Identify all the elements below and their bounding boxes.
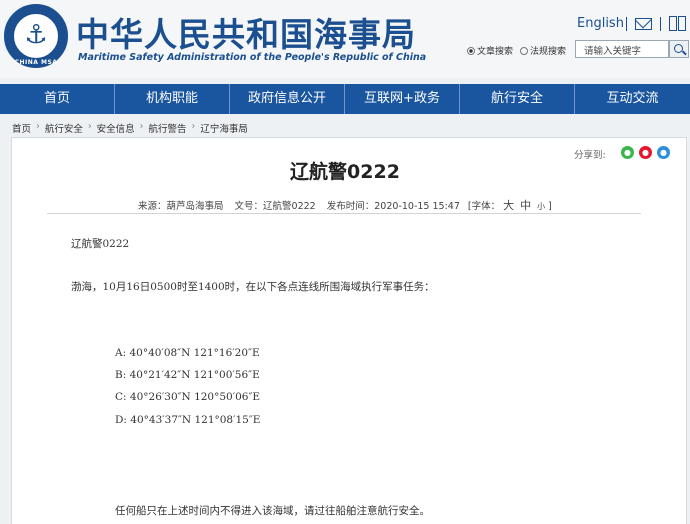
radio-label: 法规搜索 — [530, 47, 567, 57]
mail-icon[interactable] — [635, 18, 652, 30]
nav-functions[interactable]: 机构职能 — [115, 84, 230, 114]
breadcrumb-nav-safety[interactable]: 航行安全 — [45, 121, 83, 135]
site-subtitle: Maritime Safety Administration of the Pe… — [78, 52, 427, 63]
article-notice: 任何船只在上述时间内不得进入该海域，请过往船舶注意航行安全。 — [115, 505, 430, 517]
breadcrumb-liaoning[interactable]: 辽宁海事局 — [200, 121, 248, 135]
main-nav: 首页 机构职能 政府信息公开 互联网+政务 航行安全 互动交流 — [0, 84, 690, 114]
breadcrumb-separator: › — [36, 121, 40, 132]
header-divider — [626, 17, 627, 31]
header-divider — [660, 17, 661, 31]
search-input[interactable]: 请输入关键字 — [575, 40, 669, 58]
nav-internet-gov[interactable]: 互联网+政务 — [345, 84, 460, 114]
search-law-radio[interactable]: 法规搜索 — [520, 44, 566, 57]
radio-selected-icon — [467, 47, 475, 55]
search-button[interactable] — [669, 40, 689, 58]
meta-doc-number: 文号：辽航警0222 — [234, 201, 316, 212]
breadcrumb-separator: › — [191, 121, 196, 132]
nav-interaction[interactable]: 互动交流 — [575, 84, 690, 114]
breadcrumb-home[interactable]: 首页 — [12, 121, 31, 135]
meta-publish-date: 发布时间：2020-10-15 15:47 — [326, 201, 460, 212]
breadcrumb: 首页 › 航行安全 › 安全信息 › 航行警告 › 辽宁海事局 — [12, 121, 248, 135]
font-size-close: ] — [548, 201, 552, 212]
breadcrumb-nav-warnings[interactable]: 航行警告 — [148, 121, 186, 135]
site-title[interactable]: 中华人民共和国海事局 — [76, 8, 416, 56]
font-size-small[interactable]: 小 — [537, 202, 545, 211]
coordinate-point: D: 40°43′37″N 121°08′15″E — [115, 414, 261, 426]
msa-logo[interactable]: ⚓ CHINA MSA — [4, 4, 68, 68]
breadcrumb-separator: › — [87, 121, 92, 132]
nav-gov-info[interactable]: 政府信息公开 — [230, 84, 345, 114]
search-icon — [674, 44, 683, 53]
breadcrumb-safety-info[interactable]: 安全信息 — [97, 121, 135, 135]
article-card — [11, 137, 687, 524]
meta-divider — [47, 213, 641, 214]
font-size-label: [字体： — [467, 201, 501, 212]
search-article-radio[interactable]: 文章搜索 — [467, 44, 513, 57]
nav-home[interactable]: 首页 — [0, 84, 115, 114]
font-size-medium[interactable]: 中 — [520, 199, 531, 212]
article-heading: 辽航警0222 — [71, 238, 130, 250]
english-link[interactable]: English — [577, 16, 624, 31]
logo-text: CHINA MSA — [14, 59, 58, 66]
radio-unselected-icon — [520, 47, 528, 55]
meta-source: 来源：葫芦岛海事局 — [138, 201, 224, 212]
book-icon[interactable] — [669, 16, 686, 31]
article-intro: 渤海，10月16日0500时至1400时，在以下各点连线所围海域执行军事任务： — [71, 281, 435, 293]
radio-label: 文章搜索 — [477, 47, 514, 57]
anchor-icon: ⚓ — [24, 20, 48, 50]
logo-inner: ⚓ — [12, 12, 60, 60]
site-header: ⚓ CHINA MSA 中华人民共和国海事局 Maritime Safety A… — [0, 0, 690, 78]
breadcrumb-separator: › — [139, 121, 144, 132]
coordinate-point: A: 40°40′08″N 121°16′20″E — [115, 347, 260, 359]
font-size-large[interactable]: 大 — [503, 199, 514, 212]
coordinate-point: B: 40°21′42″N 121°00′56″E — [115, 369, 260, 381]
article-title: 辽航警0222 — [290, 161, 400, 183]
nav-navigation-safety[interactable]: 航行安全 — [460, 84, 575, 114]
article-meta: 来源：葫芦岛海事局 文号：辽航警0222 发布时间：2020-10-15 15:… — [138, 197, 560, 213]
coordinate-point: C: 40°26′30″N 120°50′06″E — [115, 391, 261, 403]
